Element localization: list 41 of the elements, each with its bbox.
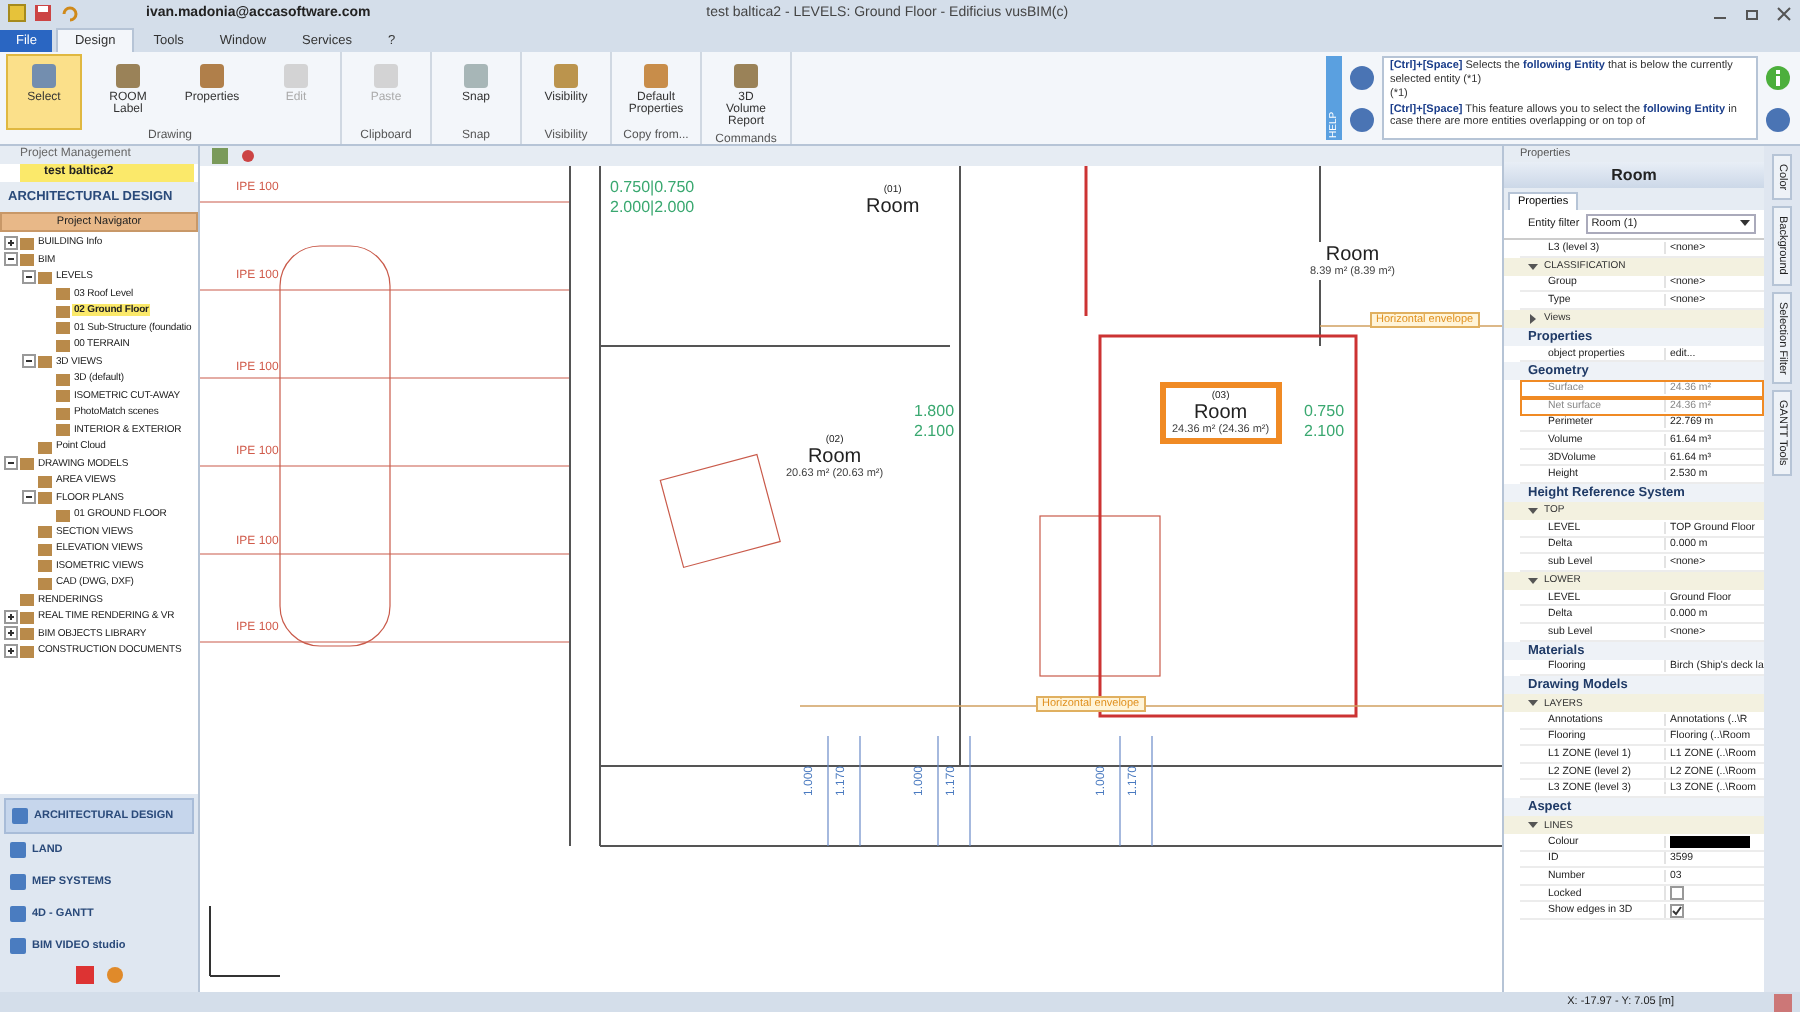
dimension-label: 2.100 <box>914 422 955 440</box>
chevron-icon <box>1528 313 1538 324</box>
entity-title: Room <box>1504 162 1764 188</box>
tool-icon <box>550 60 582 92</box>
module-icon <box>12 808 28 824</box>
tool-icon <box>640 60 672 92</box>
expander-icon[interactable] <box>4 456 18 471</box>
dimension-label: 2.100 <box>1304 422 1345 440</box>
chevron-icon <box>1528 575 1538 586</box>
expander-icon[interactable] <box>4 609 18 624</box>
tool-icon <box>460 60 492 92</box>
save-icon[interactable] <box>34 4 52 22</box>
expander-icon[interactable] <box>4 626 18 641</box>
checkbox[interactable] <box>1670 903 1684 918</box>
chevron-icon <box>1528 261 1538 272</box>
restore-icon[interactable] <box>1744 5 1760 21</box>
info-icon[interactable] <box>1764 63 1792 91</box>
expander-icon[interactable] <box>4 235 18 250</box>
dimension-label: 1.800 <box>914 402 955 420</box>
tool-icon <box>28 60 60 92</box>
colour-swatch[interactable] <box>1670 835 1750 848</box>
expander-icon[interactable] <box>22 490 36 505</box>
tool-icon <box>730 60 762 92</box>
checkbox[interactable] <box>1670 886 1684 901</box>
dimension-label: 0.750|0.750 <box>610 178 695 196</box>
expander-icon[interactable] <box>4 252 18 267</box>
chevron-icon <box>1528 698 1538 709</box>
tool-icon <box>112 60 144 92</box>
close-icon[interactable] <box>1776 5 1792 21</box>
tool-icon <box>196 60 228 92</box>
chevron-icon <box>1528 820 1538 831</box>
expander-icon[interactable] <box>22 269 36 284</box>
expander-icon[interactable] <box>4 643 18 658</box>
dimension-label: 0.750 <box>1304 402 1345 420</box>
chevron-icon <box>1528 505 1538 516</box>
expander-icon[interactable] <box>22 354 36 369</box>
caret-icon <box>1740 220 1750 228</box>
tool-icon <box>280 60 312 92</box>
tool-icon <box>370 60 402 92</box>
dimension-label: 2.000|2.000 <box>610 198 695 216</box>
app-logo-icon <box>8 4 26 22</box>
